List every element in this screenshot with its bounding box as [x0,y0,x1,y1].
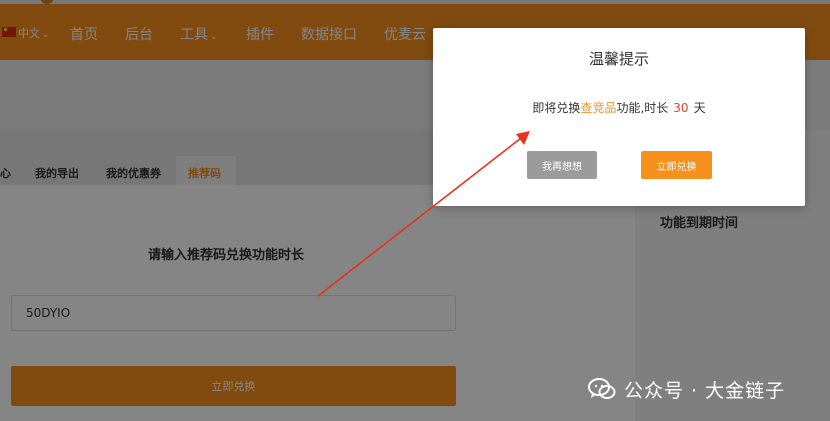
msg-product-name: 查竞品 [580,101,617,115]
dialog-message: 即将兑换查竞品功能,时长 30 天 [433,99,805,116]
msg-middle: 功能,时长 [616,101,669,115]
page: 中文 ⌄ 首页 后台 工具 ⌄ 插件 数据接口 优麦云 心 我的导出 我的优惠券 推… [0,0,830,421]
cancel-button[interactable]: 我再想想 [527,151,597,179]
dialog-title: 温馨提示 [588,50,649,68]
msg-suffix: 天 [693,101,706,115]
confirm-redeem-button[interactable]: 立即兑换 [641,151,712,179]
msg-prefix: 即将兑换 [532,101,581,115]
wechat-icon [588,378,616,399]
confirm-dialog: 温馨提示 即将兑换查竞品功能,时长 30 天 我再想想 立即兑换 [433,28,805,206]
watermark-text: 公众号 · 大金链子 [624,379,786,402]
wechat-watermark: 公众号 · 大金链子 [588,375,785,403]
msg-days-value: 30 [673,101,689,115]
